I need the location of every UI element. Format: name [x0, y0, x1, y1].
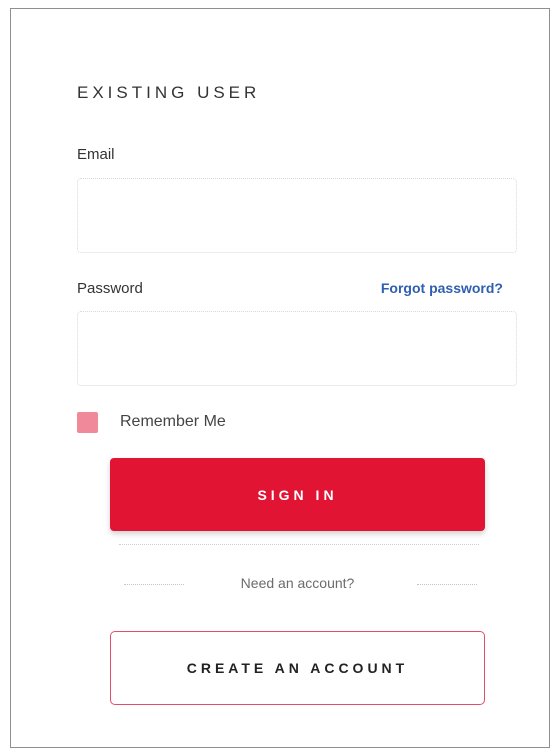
login-card: EXISTING USER Email Password Forgot pass… [10, 8, 550, 748]
remember-me-label: Remember Me [120, 413, 226, 430]
password-label: Password [77, 280, 143, 297]
section-heading: EXISTING USER [77, 83, 261, 102]
need-account-text: Need an account? [240, 575, 355, 591]
sign-in-button[interactable]: SIGN IN [110, 458, 485, 531]
create-account-button[interactable]: CREATE AN ACCOUNT [110, 631, 485, 705]
need-account-row: Need an account? [110, 573, 485, 595]
email-field[interactable] [77, 178, 517, 253]
password-field[interactable] [77, 311, 517, 386]
forgot-password-link[interactable]: Forgot password? [381, 280, 503, 296]
divider-right [417, 584, 477, 585]
divider [119, 544, 479, 545]
remember-me-checkbox[interactable] [77, 411, 98, 433]
remember-me-row[interactable]: Remember Me [77, 411, 226, 433]
email-label: Email [77, 146, 115, 163]
